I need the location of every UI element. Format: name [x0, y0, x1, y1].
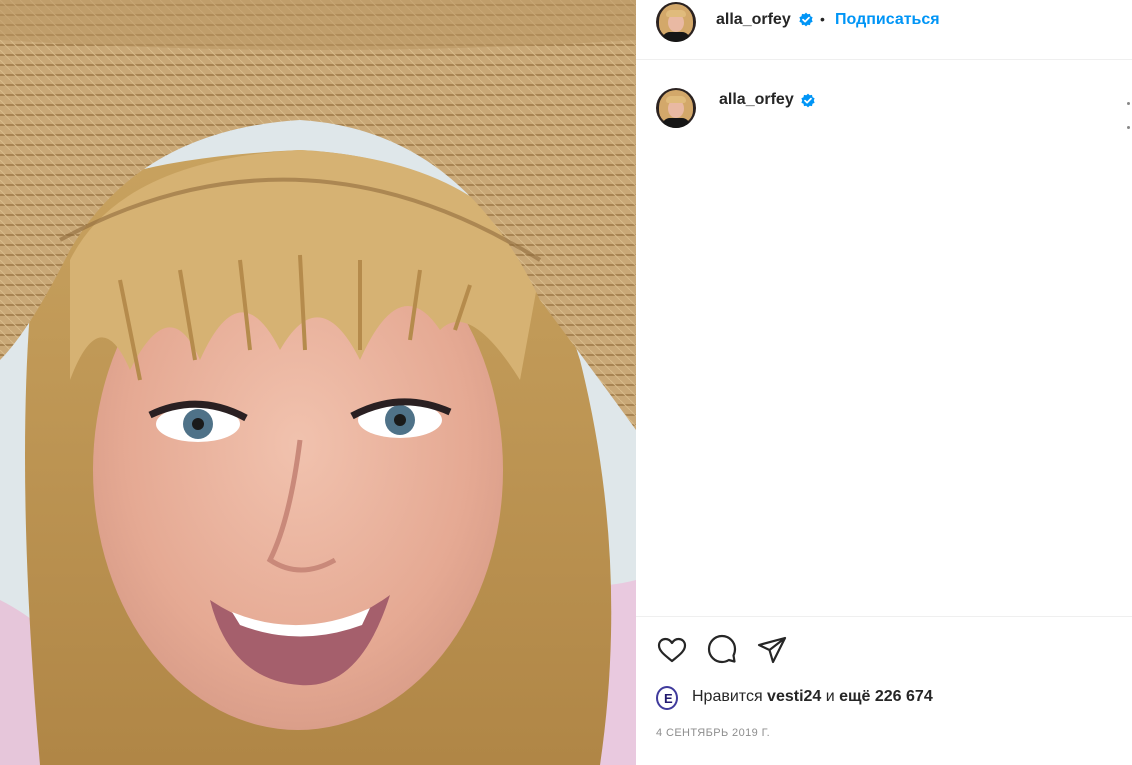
- heart-icon: [657, 637, 687, 663]
- likes-count-link[interactable]: ещё 226 674: [839, 688, 933, 705]
- caption-author-username[interactable]: alla_orfey: [719, 91, 794, 109]
- comment-icon: [707, 634, 737, 664]
- caption-area: alla_orfey: [636, 60, 1132, 616]
- post-date[interactable]: 4 СЕНТЯБРЬ 2019 Г.: [656, 727, 770, 739]
- likes-text: Нравится vesti24 и ещё 226 674: [692, 688, 933, 706]
- header-separator: •: [820, 11, 825, 27]
- author-username[interactable]: alla_orfey: [716, 11, 791, 29]
- post-photo: [0, 0, 636, 765]
- more-options-icon-lower: [1127, 126, 1130, 129]
- post-header: alla_orfey • Подписаться: [636, 0, 1132, 60]
- author-avatar[interactable]: [656, 2, 696, 42]
- post-actions: E Нравится vesti24 и ещё 226 674 4 СЕНТЯ…: [636, 616, 1132, 765]
- caption-author-avatar[interactable]: [656, 88, 696, 128]
- follow-button[interactable]: Подписаться: [835, 11, 940, 29]
- share-button[interactable]: [756, 634, 788, 666]
- first-liker-link[interactable]: vesti24: [767, 688, 821, 705]
- post-photo-image: [0, 0, 636, 765]
- likes-conjunction: и: [821, 688, 840, 705]
- verified-badge-icon: [801, 93, 815, 108]
- likes-prefix: Нравится: [692, 688, 768, 705]
- verified-badge-icon: [799, 12, 813, 27]
- comment-button[interactable]: [706, 634, 738, 666]
- more-options-icon[interactable]: [1127, 102, 1130, 105]
- like-button[interactable]: [656, 634, 688, 666]
- post-sidebar: alla_orfey • Подписаться alla_orfey E Нр…: [636, 0, 1132, 765]
- liker-avatar[interactable]: E: [656, 686, 678, 710]
- paper-plane-icon: [757, 636, 787, 664]
